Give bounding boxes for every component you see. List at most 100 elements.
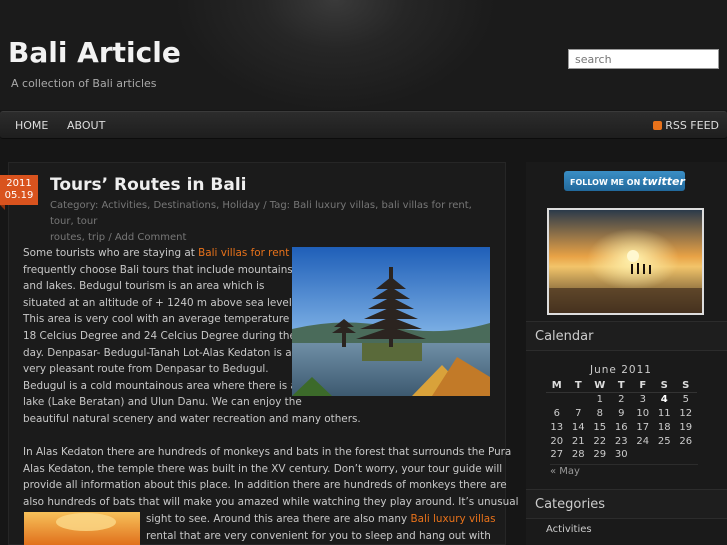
- post-text-line: frequently choose Bali tours that includ…: [23, 262, 293, 279]
- beach-sunset-photo[interactable]: [547, 208, 704, 315]
- calendar-day: 12: [679, 407, 693, 419]
- calendar-day: 9: [618, 407, 625, 419]
- site-header: Bali Article A collection of Bali articl…: [0, 0, 727, 110]
- post-text-line: 18 Celcius Degree and 24 Celcius Degree …: [23, 328, 296, 345]
- calendar-weekday: F: [632, 379, 654, 394]
- post-text: This area is very cool with an average t…: [23, 313, 303, 326]
- post-text: beautiful natural scenery and water recr…: [23, 413, 361, 425]
- calendar-day: [632, 448, 654, 462]
- post-text-line: situated at an altitude of + 1240 m abov…: [23, 295, 295, 312]
- post-text-line: provide all information about this place…: [23, 479, 507, 492]
- calendar-day: 14: [571, 421, 585, 433]
- post-text: frequently choose Bali tours that includ…: [23, 263, 293, 276]
- rss-feed-link[interactable]: RSS FEED: [653, 119, 719, 132]
- rss-icon: [653, 121, 663, 130]
- post-text: Some tourists who are staying at: [23, 247, 199, 259]
- calendar-day: [675, 448, 697, 462]
- temple-lake-photo: [292, 247, 490, 396]
- post-text-line: beautiful natural scenery and water recr…: [23, 411, 361, 428]
- calendar-day[interactable]: 4: [654, 393, 676, 407]
- calendar-day: 16: [614, 421, 628, 433]
- post-text-line: lake (Lake Beratan) and Ulun Danu. We ca…: [23, 394, 302, 411]
- post-text: sight to see. Around this area there are…: [146, 513, 411, 525]
- follow-label: FOLLOW ME ON: [570, 178, 641, 187]
- calendar-weekday: M: [546, 379, 568, 394]
- calendar-prev-month-link[interactable]: « May: [550, 464, 698, 477]
- post-meta-line[interactable]: routes, trip / Add Comment: [50, 230, 495, 246]
- post-text: day. Denpasar- Bedugul-Tanah Lot-Alas Ke…: [23, 346, 292, 359]
- site-title[interactable]: Bali Article: [8, 36, 181, 69]
- calendar-day: 15: [593, 421, 607, 433]
- calendar-caption: June 2011: [590, 364, 652, 376]
- calendar-day: 13: [550, 421, 564, 433]
- twitter-icon: twitter: [642, 175, 685, 188]
- search-input[interactable]: [568, 49, 719, 69]
- post-text-line: Bedugul is a cold mountainous area where…: [23, 378, 297, 395]
- calendar-day: 19: [679, 421, 693, 433]
- calendar-day: 22: [593, 435, 607, 447]
- bali-villas-for-rent-link[interactable]: Bali villas for rent: [198, 247, 289, 259]
- calendar-week: 1 2 345: [546, 393, 697, 407]
- calendar-day: 11: [657, 407, 671, 419]
- calendar-day: 20: [550, 435, 564, 447]
- post-text-line: also hundreds of bats that will make you…: [23, 495, 519, 508]
- nav-item-home[interactable]: HOME: [15, 119, 48, 132]
- calendar-day: 6: [553, 407, 560, 419]
- calendar-day: 8: [596, 407, 603, 419]
- calendar-table: MTWTFSS 1 2 3 4 5 6 7 8 9 10 11 12 13 14 15 16 17 18 19 20 2…: [546, 379, 697, 462]
- post-text-line: very pleasant route from Denpasar to Bed…: [23, 361, 269, 378]
- calendar-day: 23: [614, 435, 628, 447]
- post-text-line: This area is very cool with an average t…: [23, 311, 303, 328]
- calendar-day: 28: [571, 449, 585, 461]
- post-text: situated at an altitude of + 1240 m abov…: [23, 296, 296, 309]
- calendar-weekday: T: [567, 379, 589, 394]
- category-item-activities[interactable]: Activities: [546, 524, 592, 535]
- nav-item-about[interactable]: ABOUT: [67, 119, 105, 132]
- calendar-day: 25: [657, 435, 671, 447]
- calendar-day: 5: [682, 394, 689, 406]
- post-text: lake (Lake Beratan) and Ulun Danu. We ca…: [23, 396, 302, 409]
- post-title[interactable]: Tours’ Routes in Bali: [50, 175, 247, 195]
- calendar-week: 13 14 15 16 17 18 19: [546, 420, 697, 434]
- calendar-day: 7: [575, 407, 582, 419]
- calendar-day: 1: [596, 394, 603, 406]
- calendar-day: 17: [636, 421, 650, 433]
- post-date-badge: 2011 05.19: [0, 175, 38, 210]
- post-text-line: Alas Kedaton, the temple there was built…: [23, 462, 503, 475]
- calendar-week: 6 7 8 9 10 11 12: [546, 407, 697, 421]
- site-description: A collection of Bali articles: [11, 77, 157, 90]
- calendar-day: [568, 393, 590, 407]
- post-text: Bedugul is a cold mountainous area where…: [23, 379, 297, 392]
- categories-widget-title: Categories: [526, 489, 727, 519]
- post-meta-line[interactable]: Category: Activities, Destinations, Holi…: [50, 198, 495, 230]
- calendar-day: [546, 393, 568, 407]
- calendar-day: 2: [618, 394, 625, 406]
- post-text-line: and lakes. Bedugul tourism is an area wh…: [23, 278, 264, 295]
- post-text-line: In Alas Kedaton there are hundreds of mo…: [23, 446, 512, 458]
- calendar-day: 18: [657, 421, 671, 433]
- post-text: very pleasant route from Denpasar to Bed…: [23, 363, 269, 376]
- calendar-weekday: W: [589, 379, 611, 394]
- post-text: and lakes. Bedugul tourism is an area wh…: [23, 280, 265, 293]
- follow-twitter-button[interactable]: FOLLOW ME ON twitter: [564, 171, 685, 191]
- calendar-week: 27 28 29 30: [546, 448, 697, 462]
- post-text: 18 Celcius Degree and 24 Celcius Degree …: [23, 330, 296, 342]
- calendar-day: 29: [593, 449, 607, 461]
- sunset-orange-photo: [24, 512, 140, 545]
- calendar-week: 20 21 22 23 24 25 26: [546, 434, 697, 448]
- calendar-day: 27: [550, 449, 564, 461]
- post-meta: Category: Activities, Destinations, Holi…: [50, 198, 495, 246]
- calendar-widget-title: Calendar: [526, 321, 727, 351]
- calendar-day: 26: [679, 435, 693, 447]
- main-navigation: HOME ABOUT RSS FEED: [0, 111, 727, 139]
- calendar-day: 3: [639, 394, 646, 406]
- calendar-weekday: S: [653, 379, 675, 394]
- bali-luxury-villas-link[interactable]: Bali luxury villas: [410, 513, 495, 525]
- post-date-year: 2011: [6, 178, 32, 189]
- post-date-day: 05.19: [4, 190, 34, 201]
- calendar-weekday: S: [675, 379, 697, 394]
- post-text-line: Some tourists who are staying at Bali vi…: [23, 245, 289, 262]
- calendar-day: 24: [636, 435, 650, 447]
- post-text: rental that are very convenient for you …: [146, 530, 491, 542]
- calendar-day: 10: [636, 407, 650, 419]
